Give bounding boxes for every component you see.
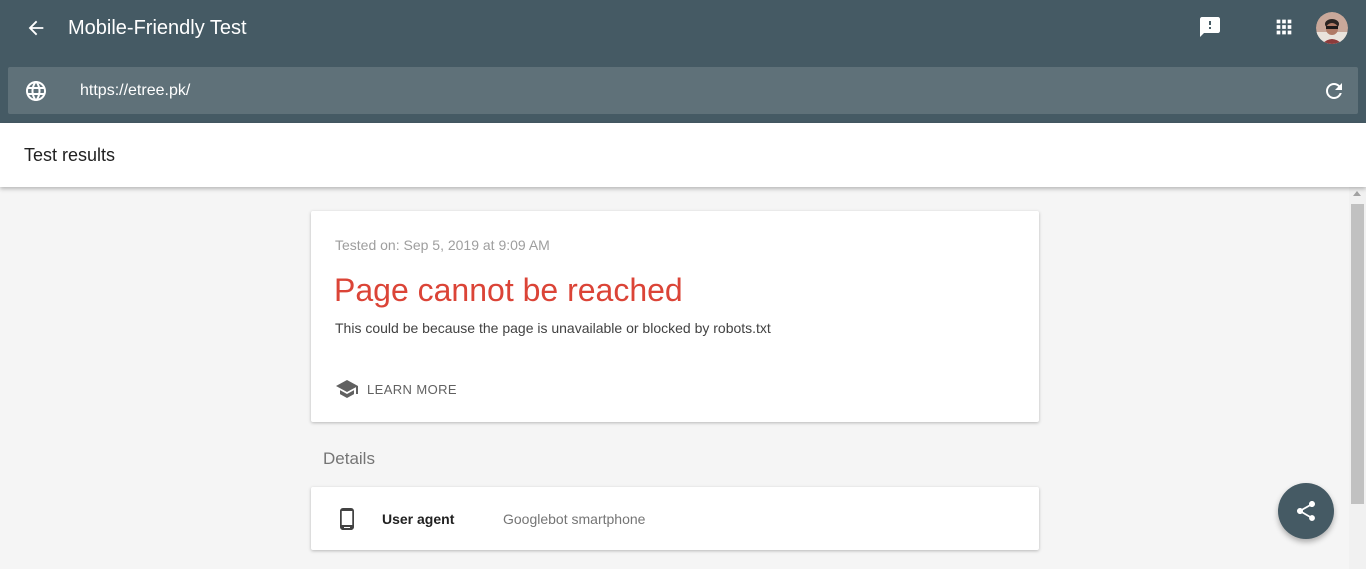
scroll-thumb[interactable]: [1351, 204, 1364, 504]
globe-icon: [26, 81, 46, 101]
app-header: Mobile-Friendly Test: [0, 0, 1366, 123]
refresh-icon[interactable]: [1322, 79, 1346, 103]
feedback-icon: [1200, 17, 1220, 37]
back-button[interactable]: [22, 14, 50, 42]
result-card: Tested on: Sep 5, 2019 at 9:09 AM Page c…: [311, 211, 1039, 422]
arrow-back-icon: [28, 20, 44, 36]
smartphone-icon: [340, 508, 354, 530]
detail-label: User agent: [382, 511, 455, 527]
vertical-scrollbar[interactable]: [1349, 187, 1366, 569]
learn-more-button[interactable]: LEARN MORE: [335, 377, 457, 401]
details-row-user-agent: User agent Googlebot smartphone: [311, 487, 1039, 550]
result-error-title: Page cannot be reached: [334, 272, 683, 308]
result-error-description: This could be because the page is unavai…: [335, 320, 771, 336]
apps-button[interactable]: [1270, 13, 1298, 41]
url-input[interactable]: [80, 67, 1280, 114]
user-avatar-icon: [1316, 12, 1348, 44]
school-icon: [336, 380, 358, 398]
results-title: Test results: [24, 145, 116, 165]
url-bar: [8, 67, 1358, 114]
scroll-up-arrow[interactable]: [1353, 191, 1361, 196]
learn-more-label: LEARN MORE: [367, 381, 457, 397]
details-heading: Details: [323, 449, 375, 468]
share-icon: [1297, 501, 1315, 521]
app-title: Mobile-Friendly Test: [68, 17, 247, 39]
detail-value: Googlebot smartphone: [503, 511, 646, 527]
apps-grid-icon: [1276, 19, 1292, 35]
avatar[interactable]: [1316, 12, 1348, 44]
share-button[interactable]: [1278, 483, 1334, 539]
feedback-button[interactable]: [1196, 13, 1224, 41]
tested-on-timestamp: Tested on: Sep 5, 2019 at 9:09 AM: [335, 237, 550, 253]
results-header: Test results: [0, 123, 1366, 187]
